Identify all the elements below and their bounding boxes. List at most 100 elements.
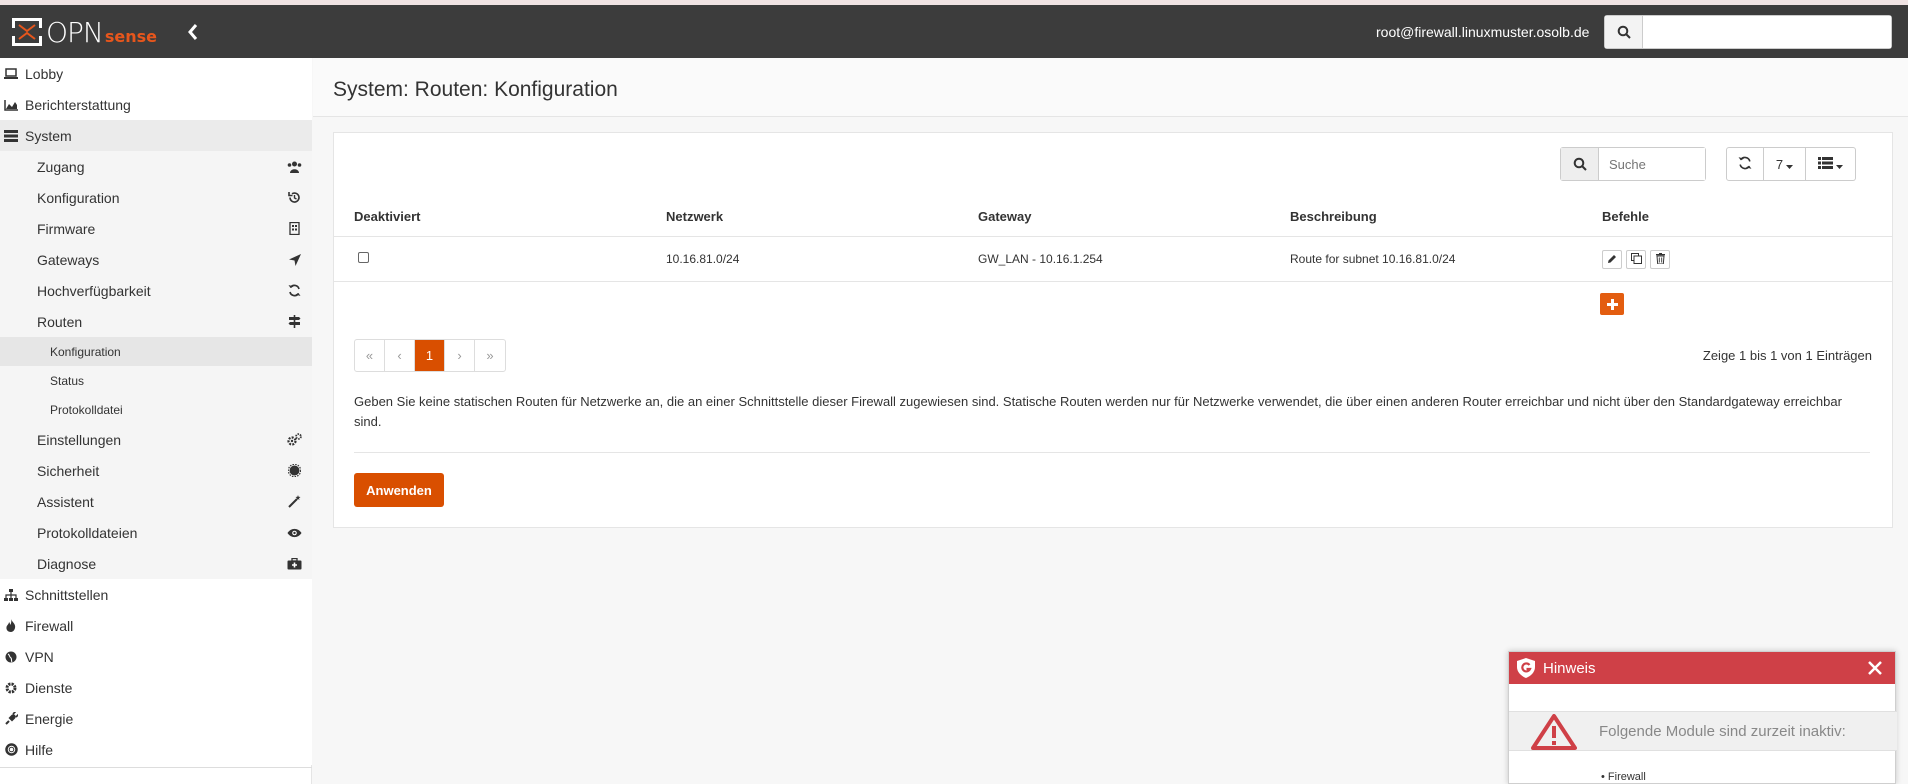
notice-title: Hinweis [1543, 659, 1596, 677]
cog-icon [0, 682, 22, 694]
cogs-icon [287, 432, 302, 447]
sidebar-item-einstellungen[interactable]: Einstellungen [0, 424, 312, 455]
add-route-button[interactable] [1600, 293, 1624, 315]
notice-header: Hinweis [1509, 652, 1895, 684]
pager-page-1[interactable]: 1 [415, 340, 445, 371]
fire-icon [0, 619, 22, 632]
table-header-divider [334, 236, 1892, 237]
certificate-icon [287, 463, 302, 478]
sidebar-collapse-icon[interactable] [186, 22, 204, 44]
sidebar-item-dienste[interactable]: Dienste [0, 672, 312, 703]
trash-icon [1655, 252, 1665, 267]
location-arrow-icon [287, 252, 302, 267]
sidebar-item-diagnose[interactable]: Diagnose [0, 548, 312, 579]
page-size-dropdown[interactable]: 7 [1764, 147, 1806, 181]
row-gateway: GW_LAN - 10.16.1.254 [978, 252, 1103, 266]
pager-prev[interactable]: ‹ [385, 340, 415, 371]
col-header-gateway[interactable]: Gateway [978, 209, 1031, 224]
refresh-icon [1738, 156, 1752, 173]
sidebar-item-hochverfuegbarkeit[interactable]: Hochverfügbarkeit [0, 275, 312, 306]
sitemap-icon [0, 588, 22, 601]
search-icon [1605, 16, 1643, 48]
opnsense-logo[interactable]: OPN sense [12, 15, 158, 49]
page-header: System: Routen: Konfiguration [313, 58, 1908, 117]
pager-first[interactable]: « [355, 340, 385, 371]
sidebar-item-schnittstellen[interactable]: Schnittstellen [0, 579, 312, 610]
help-note: Geben Sie keine statischen Routen für Ne… [354, 394, 1842, 429]
page-title: System: Routen: Konfiguration [333, 78, 618, 101]
apply-button[interactable]: Anwenden [354, 473, 444, 507]
row-description: Route for subnet 10.16.81.0/24 [1290, 252, 1456, 266]
col-header-befehle: Befehle [1602, 209, 1649, 224]
medkit-icon [287, 556, 302, 571]
sidebar-item-routen-konfiguration[interactable]: Konfiguration [0, 337, 312, 366]
panel-divider [354, 452, 1870, 453]
sidebar-item-berichterstattung[interactable]: Berichterstattung [0, 89, 312, 120]
sidebar-item-energie[interactable]: Energie [0, 703, 312, 734]
sidebar-item-firewall[interactable]: Firewall [0, 610, 312, 641]
sidebar-item-lobby[interactable]: Lobby [0, 58, 312, 89]
building-icon [287, 221, 302, 236]
list-icon [1818, 156, 1833, 172]
pager-last[interactable]: » [475, 340, 505, 371]
life-ring-icon [0, 743, 22, 756]
sidebar-item-assistent[interactable]: Assistent [0, 486, 312, 517]
col-header-beschreibung[interactable]: Beschreibung [1290, 209, 1377, 224]
logo-text: OPN sense [46, 15, 158, 49]
users-icon [287, 159, 302, 174]
sidebar-item-routen-protokolldatei[interactable]: Protokolldatei [0, 395, 312, 424]
sidebar-item-zugang[interactable]: Zugang [0, 151, 312, 182]
copy-icon [1630, 252, 1642, 267]
edit-button[interactable] [1602, 250, 1622, 269]
sidebar-item-hilfe[interactable]: Hilfe [0, 734, 312, 765]
sidebar-item-protokolldateien[interactable]: Protokolldateien [0, 517, 312, 548]
history-icon [287, 190, 302, 205]
pager-next[interactable]: › [445, 340, 475, 371]
pagination: « ‹ 1 › » [354, 339, 506, 372]
sidebar-item-system[interactable]: System [0, 120, 312, 151]
caret-down-icon [1836, 157, 1843, 172]
refresh-button[interactable] [1726, 147, 1764, 181]
sidebar: Lobby Berichterstattung System Zugang Ko… [0, 58, 312, 784]
sidebar-item-routen-status[interactable]: Status [0, 366, 312, 395]
eye-icon [287, 525, 302, 540]
sidebar-item-firmware[interactable]: Firmware [0, 213, 312, 244]
row-disabled-checkbox[interactable] [358, 252, 369, 263]
row-network: 10.16.81.0/24 [666, 252, 740, 266]
plus-icon [1606, 294, 1618, 315]
notice-popup: Hinweis Folgende Module sind zurzeit ina… [1508, 651, 1897, 784]
refresh-icon [287, 283, 302, 298]
notice-message: Folgende Module sind zurzeit inaktiv: [1599, 723, 1846, 740]
logo-mark-icon [12, 17, 42, 47]
columns-dropdown[interactable] [1806, 147, 1856, 181]
caret-down-icon [1786, 157, 1794, 172]
sidebar-item-vpn[interactable]: VPN [0, 641, 312, 672]
server-icon [0, 129, 22, 142]
top-navbar: OPN sense root@firewall.linuxmuster.osolb… [0, 5, 1908, 58]
magic-icon [287, 494, 302, 509]
delete-button[interactable] [1650, 250, 1670, 269]
pencil-icon [1607, 252, 1617, 267]
warning-icon [1531, 714, 1577, 753]
sidebar-item-gateways[interactable]: Gateways [0, 244, 312, 275]
grid-info: Zeige 1 bis 1 von 1 Einträgen [1702, 348, 1872, 363]
sidebar-item-sicherheit[interactable]: Sicherheit [0, 455, 312, 486]
global-search-input[interactable] [1643, 16, 1891, 48]
user-label[interactable]: root@firewall.linuxmuster.osolb.de [1376, 24, 1589, 40]
sidebar-item-konfiguration[interactable]: Konfiguration [0, 182, 312, 213]
routes-panel: 7 Deaktiviert Netzwerk Gateway Beschreib… [333, 132, 1893, 528]
close-icon[interactable] [1865, 658, 1885, 678]
plug-icon [0, 712, 22, 725]
grid-search [1560, 147, 1706, 181]
laptop-icon [0, 67, 22, 80]
area-chart-icon [0, 99, 22, 111]
col-header-deaktiviert[interactable]: Deaktiviert [354, 209, 420, 224]
grid-search-input[interactable] [1599, 148, 1705, 180]
col-header-netzwerk[interactable]: Netzwerk [666, 209, 723, 224]
notice-message-band: Folgende Module sind zurzeit inaktiv: [1509, 711, 1897, 751]
sidebar-divider [0, 767, 312, 768]
globe-icon [0, 651, 22, 663]
table-row-divider [334, 281, 1892, 282]
clone-button[interactable] [1626, 250, 1646, 269]
sidebar-item-routen[interactable]: Routen [0, 306, 312, 337]
